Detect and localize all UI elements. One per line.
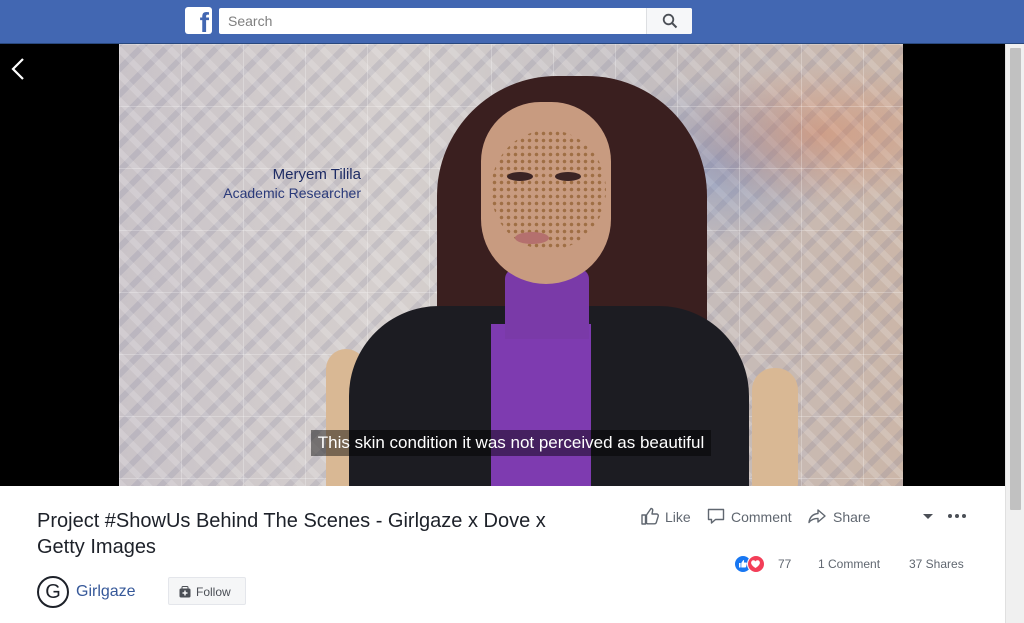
like-button[interactable]: Like bbox=[640, 506, 696, 528]
comments-count[interactable]: 1 Comment bbox=[818, 557, 880, 571]
video-player[interactable]: Meryem Tilila Academic Researcher This s… bbox=[0, 44, 1005, 486]
comment-icon bbox=[707, 508, 725, 524]
skin-pattern bbox=[491, 130, 606, 250]
facebook-logo-letter: f bbox=[199, 7, 209, 35]
scrollbar-thumb[interactable] bbox=[1010, 48, 1021, 510]
video-frame[interactable]: Meryem Tilila Academic Researcher This s… bbox=[119, 44, 903, 486]
right-eye bbox=[555, 172, 581, 181]
search-icon bbox=[662, 13, 678, 29]
scrollbar[interactable] bbox=[1005, 44, 1024, 623]
speaker-role: Academic Researcher bbox=[223, 185, 361, 201]
follow-icon bbox=[179, 586, 191, 598]
love-reaction-icon[interactable] bbox=[747, 555, 765, 573]
comment-button[interactable]: Comment bbox=[706, 506, 798, 528]
post-options bbox=[920, 508, 970, 524]
like-icon bbox=[641, 507, 659, 525]
caret-down-icon[interactable] bbox=[920, 508, 936, 524]
back-arrow-icon[interactable] bbox=[8, 56, 30, 82]
search-input[interactable] bbox=[219, 8, 647, 34]
shares-count[interactable]: 37 Shares bbox=[909, 557, 964, 571]
page-avatar[interactable]: G bbox=[37, 576, 69, 608]
person-lips bbox=[515, 232, 549, 244]
video-title: Project #ShowUs Behind The Scenes - Girl… bbox=[37, 510, 546, 558]
comment-label: Comment bbox=[731, 509, 792, 525]
subtitle-text: This skin condition it was not perceived… bbox=[310, 430, 712, 456]
share-button[interactable]: Share bbox=[807, 506, 875, 528]
chair-right bbox=[752, 368, 798, 486]
subtitle-area: This skin condition it was not perceived… bbox=[119, 430, 903, 456]
more-dots-icon[interactable] bbox=[946, 508, 968, 524]
follow-label: Follow bbox=[196, 585, 231, 599]
post-info-panel: Project #ShowUs Behind The Scenes - Girl… bbox=[0, 486, 1005, 623]
like-label: Like bbox=[665, 509, 691, 525]
share-icon bbox=[808, 509, 826, 524]
share-label: Share bbox=[833, 509, 871, 525]
search-button[interactable] bbox=[646, 8, 692, 34]
speaker-name: Meryem Tilila bbox=[272, 166, 361, 183]
person-shirt bbox=[491, 324, 591, 486]
top-bar: f bbox=[0, 0, 1024, 44]
lower-third: Meryem Tilila Academic Researcher bbox=[215, 166, 361, 202]
facebook-logo-icon[interactable]: f bbox=[185, 7, 212, 34]
left-eye bbox=[507, 172, 533, 181]
reactions-count[interactable]: 77 bbox=[778, 557, 791, 571]
search-box bbox=[219, 8, 692, 34]
page-name-link[interactable]: Girlgaze bbox=[76, 583, 136, 601]
follow-button[interactable]: Follow bbox=[168, 577, 246, 605]
